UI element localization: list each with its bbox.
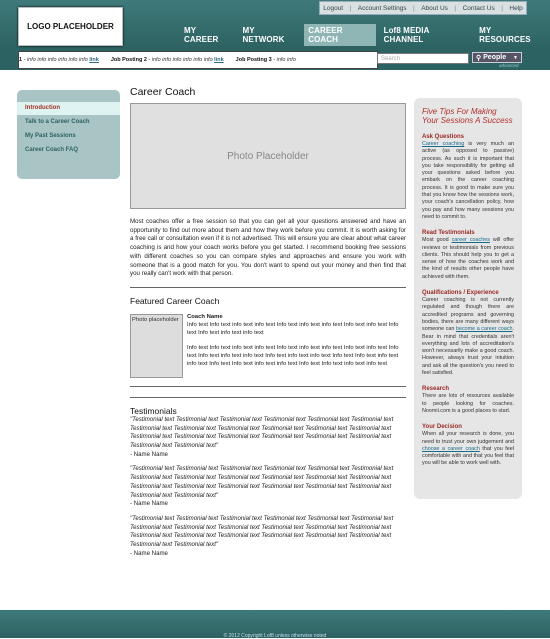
tip-heading: Research: [422, 386, 450, 393]
coach-info: Coach Name Info text Info text info text…: [187, 314, 406, 378]
job-posting-1: 1 - info info info info info info link: [19, 57, 99, 63]
testimonial-author: - Name Name: [130, 500, 168, 508]
separator: |: [413, 4, 415, 12]
tip-heading: Ask Questions: [422, 134, 465, 140]
testimonial-text: "Testimonial text Testimonial text Testi…: [130, 514, 394, 549]
page-title: Career Coach: [130, 86, 196, 98]
tips-panel: Five Tips For Making Your Sessions A Suc…: [414, 98, 522, 499]
search-input[interactable]: Search: [377, 53, 469, 64]
nav-my-resources[interactable]: MY RESOURCES: [475, 24, 546, 46]
coach-name[interactable]: Coach Name: [187, 314, 406, 322]
search-scope-select[interactable]: ⚲ People ▼: [472, 52, 522, 63]
separator: |: [454, 4, 457, 12]
tips-title: Five Tips For Making Your Sessions A Suc…: [422, 107, 513, 125]
sidebar-item-talk-to-coach[interactable]: Talk to a Career Coach: [17, 116, 120, 129]
career-coaching-link[interactable]: Career coaching: [422, 141, 464, 147]
featured-coach-title: Featured Career Coach: [130, 295, 220, 306]
job-posting-2: Job Posting 2 - info info info info info…: [110, 57, 224, 63]
nav-media-channel[interactable]: Lof8 MEDIA CHANNEL: [380, 24, 472, 46]
sidebar: Introduction Talk to a Career Coach My P…: [17, 90, 120, 179]
tip-heading: Your Decision: [422, 424, 462, 431]
intro-text: Most coaches offer a free session so tha…: [130, 218, 406, 278]
testimonial-author: - Name Name: [130, 450, 168, 458]
footer: © 2012 Copyright Lof8 unless otherwise n…: [0, 610, 550, 639]
tip-heading: Qualifications / Experience: [422, 290, 499, 297]
tip-heading: Read Testimonials: [422, 230, 475, 237]
chevron-down-icon: ▼: [513, 54, 518, 61]
job-link[interactable]: link: [89, 57, 98, 63]
main-nav: MY CAREER MY NETWORK CAREER COACH Lof8 M…: [180, 24, 550, 46]
tip-text: There are lots of resources available to…: [422, 393, 514, 414]
job-link[interactable]: link: [214, 57, 223, 63]
nav-my-career[interactable]: MY CAREER: [180, 24, 234, 46]
help-link[interactable]: Help: [509, 5, 522, 12]
tip-text: Most good career coaches will offer revi…: [422, 237, 515, 280]
logout-link[interactable]: Logout: [323, 5, 343, 12]
search-scope-label: People: [483, 54, 507, 61]
career-coaches-link[interactable]: career coaches: [452, 237, 490, 243]
testimonial: "Testimonial text Testimonial text Testi…: [130, 416, 406, 460]
job-posting-3: Job Posting 3 - info info: [235, 57, 296, 63]
coach-info-text: Info text Info text info text info text …: [187, 345, 399, 367]
account-settings-link[interactable]: Account Settings: [358, 5, 407, 12]
sidebar-item-past-sessions[interactable]: My Past Sessions: [17, 130, 120, 143]
featured-coach: Photo placeholder Coach Name Info text I…: [130, 313, 406, 378]
search-icon: ⚲: [476, 54, 482, 62]
separator: |: [349, 4, 352, 12]
advanced-search-link[interactable]: advanced: [499, 63, 519, 68]
top-links: Logout | Account Settings | About Us | C…: [319, 1, 527, 15]
coach-info-text: Info text Info text info text info text …: [187, 321, 399, 336]
sidebar-item-faq[interactable]: Career Coach FAQ: [17, 144, 120, 157]
coach-photo: Photo placeholder: [130, 313, 183, 378]
testimonial: "Testimonial text Testimonial text Testi…: [130, 465, 406, 509]
logo[interactable]: LOGO PLACEHOLDER: [18, 7, 123, 46]
about-us-link[interactable]: About Us: [421, 5, 448, 12]
copyright-text: © 2012 Copyright Lof8 unless otherwise n…: [223, 633, 327, 639]
nav-my-network[interactable]: MY NETWORK: [238, 24, 300, 46]
testimonial: "Testimonial text Testimonial text Testi…: [130, 515, 406, 559]
testimonial-text: "Testimonial text Testimonial text Testi…: [130, 415, 394, 450]
testimonial-author: - Name Name: [130, 549, 168, 557]
tip-text: Career coaching is not currently regulat…: [422, 297, 514, 377]
separator: |: [501, 4, 503, 12]
tip-text: Career coaching is very much an active (…: [422, 141, 514, 220]
become-coach-link[interactable]: become a career coach: [456, 326, 513, 332]
photo-placeholder: Photo Placeholder: [130, 103, 406, 209]
contact-us-link[interactable]: Contact Us: [463, 5, 495, 12]
divider: [130, 396, 406, 398]
testimonials-title: Testimonials: [130, 405, 177, 416]
divider: [130, 385, 406, 387]
choose-coach-link[interactable]: choose a career coach: [422, 446, 480, 452]
divider: [130, 286, 406, 288]
nav-career-coach[interactable]: CAREER COACH: [304, 24, 376, 46]
main-content: Career Coach Photo Placeholder Most coac…: [130, 86, 406, 558]
testimonial-text: "Testimonial text Testimonial text Testi…: [130, 465, 394, 499]
job-ticker: 1 - info info info info info info link J…: [18, 51, 378, 69]
sidebar-item-introduction[interactable]: Introduction: [17, 102, 120, 115]
tip-text: When all your research is done, you need…: [422, 431, 514, 467]
